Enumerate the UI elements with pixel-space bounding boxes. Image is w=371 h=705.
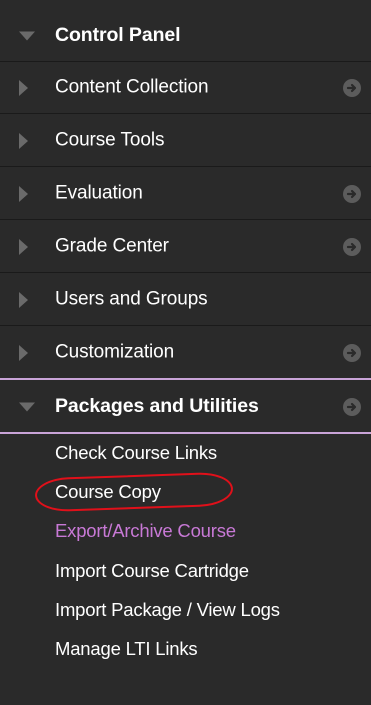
subitem-import-course-cartridge[interactable]: Import Course Cartridge xyxy=(55,560,249,582)
menu-item-label: Grade Center xyxy=(55,235,169,257)
menu-item-users-and-groups[interactable]: Users and Groups xyxy=(0,274,371,326)
menu-item-packages-and-utilities[interactable]: Packages and Utilities xyxy=(0,381,371,432)
menu-item-course-tools[interactable]: Course Tools xyxy=(0,115,371,167)
control-panel-menu: Control Panel Content Collection Course … xyxy=(0,0,371,705)
menu-item-label: Course Tools xyxy=(55,129,165,151)
subitem-check-course-links[interactable]: Check Course Links xyxy=(55,442,217,464)
subitem-manage-lti-links[interactable]: Manage LTI Links xyxy=(55,638,198,660)
caret-right-icon xyxy=(19,345,28,361)
menu-item-evaluation[interactable]: Evaluation xyxy=(0,168,371,220)
arrow-right-circle-icon[interactable] xyxy=(343,78,361,97)
selection-bottom-border xyxy=(0,432,371,434)
menu-item-content-collection[interactable]: Content Collection xyxy=(0,62,371,114)
caret-down-icon xyxy=(19,31,35,40)
caret-right-icon xyxy=(19,238,28,255)
caret-right-icon xyxy=(19,291,28,308)
menu-item-label: Users and Groups xyxy=(55,288,208,310)
arrow-right-circle-icon[interactable] xyxy=(343,344,361,362)
menu-item-customization[interactable]: Customization xyxy=(0,327,371,379)
caret-right-icon xyxy=(19,185,28,202)
menu-item-label: Packages and Utilities xyxy=(55,394,259,417)
caret-right-icon xyxy=(19,132,28,149)
caret-down-icon xyxy=(19,402,35,411)
caret-right-icon xyxy=(19,79,28,96)
arrow-right-circle-icon[interactable] xyxy=(343,237,361,256)
subitem-export-archive-course[interactable]: Export/Archive Course xyxy=(55,520,236,542)
menu-item-grade-center[interactable]: Grade Center xyxy=(0,221,371,273)
menu-item-label: Content Collection xyxy=(55,76,209,98)
arrow-right-circle-icon[interactable] xyxy=(343,397,361,416)
selection-top-border xyxy=(0,378,371,380)
subitem-import-package-view-logs[interactable]: Import Package / View Logs xyxy=(55,599,280,621)
subitem-course-copy[interactable]: Course Copy xyxy=(55,481,161,503)
control-panel-title: Control Panel xyxy=(55,23,181,46)
control-panel-header[interactable]: Control Panel xyxy=(0,10,371,62)
menu-item-label: Evaluation xyxy=(55,182,143,204)
menu-item-label: Customization xyxy=(55,341,175,363)
arrow-right-circle-icon[interactable] xyxy=(343,184,361,203)
